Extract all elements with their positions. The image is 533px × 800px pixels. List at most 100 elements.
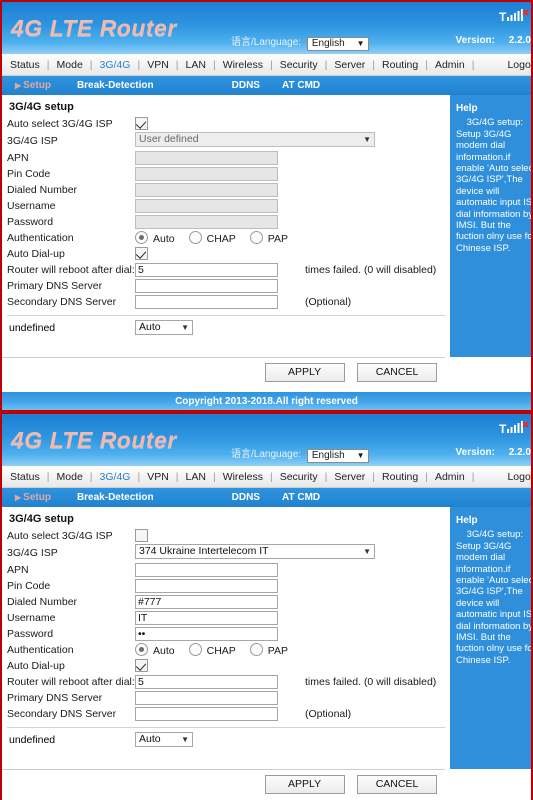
nav-item-3g4g[interactable]: 3G/4G (100, 471, 131, 483)
help-text: 3G/4G setup: Setup 3G/4G modem dial info… (456, 529, 533, 666)
secondary-dns-input[interactable] (135, 295, 278, 309)
label-apn: APN (7, 152, 29, 164)
subnav-item-break-detection[interactable]: Break-Detection (77, 492, 154, 503)
nav-item-mode[interactable]: Mode (57, 471, 83, 483)
undefined-select[interactable]: Auto ▼ (135, 732, 193, 747)
primary-dns-input[interactable] (135, 279, 278, 293)
auth-label-auto: Auto (153, 645, 175, 657)
help-panel: Help 3G/4G setup: Setup 3G/4G modem dial… (450, 95, 531, 357)
cancel-button[interactable]: CANCEL (357, 363, 437, 382)
chevron-down-icon: ▼ (356, 39, 365, 48)
auth-label-chap: CHAP (206, 645, 236, 657)
auth-radio-chap[interactable] (188, 643, 202, 656)
apply-button[interactable]: APPLY (264, 775, 345, 794)
signal-bars-icon: T (499, 421, 529, 436)
auth-radio-pap[interactable] (249, 231, 263, 244)
nav-item-admin[interactable]: Admin (435, 59, 465, 71)
username-input[interactable] (135, 611, 278, 625)
password-input[interactable] (135, 627, 278, 641)
reboot-count-input[interactable] (135, 675, 278, 689)
nav-separator: | (89, 58, 93, 71)
nav-item-vpn[interactable]: VPN (147, 471, 169, 483)
nav-item-lan[interactable]: LAN (186, 471, 206, 483)
isp-select-value: User defined (139, 133, 199, 145)
version-label: Version: (455, 35, 495, 46)
primary-dns-input[interactable] (135, 691, 278, 705)
secondary-dns-input[interactable] (135, 707, 278, 721)
nav-item-mode[interactable]: Mode (57, 59, 83, 71)
nav-item-admin[interactable]: Admin (435, 471, 465, 483)
subnav-item-break-detection[interactable]: Break-Detection (77, 80, 154, 91)
subnav-item-ddns[interactable]: DDNS (232, 80, 260, 91)
auth-radio-auto[interactable] (135, 231, 148, 244)
reboot-count-input[interactable] (135, 263, 278, 277)
apn-input[interactable] (135, 151, 278, 165)
subnav-item-setup-label: Setup (23, 80, 51, 91)
language-select[interactable]: English ▼ (306, 37, 369, 51)
username-input[interactable] (135, 199, 278, 213)
form-row-auto-select: Auto select 3G/4G ISP (7, 116, 442, 132)
nav-separator: | (46, 470, 50, 483)
nav-item-security[interactable]: Security (280, 471, 318, 483)
nav-item-status[interactable]: Status (10, 59, 40, 71)
nav-item-3g4g[interactable]: 3G/4G (100, 59, 131, 71)
label-undefined: undefined (9, 733, 56, 746)
apply-button[interactable]: APPLY (264, 363, 345, 382)
language-select[interactable]: English ▼ (306, 449, 369, 463)
auto-dialup-checkbox[interactable] (135, 247, 148, 260)
nav-item-logout[interactable]: Logout (507, 59, 531, 71)
nav-item-logout[interactable]: Logout (507, 471, 531, 483)
nav-separator: | (175, 58, 179, 71)
nav-item-lan[interactable]: LAN (186, 59, 206, 71)
nav-item-routing[interactable]: Routing (382, 59, 418, 71)
auto-select-isp-checkbox[interactable] (135, 117, 148, 130)
subnav-item-setup[interactable]: ▶ Setup (15, 80, 51, 91)
nav-separator: | (269, 470, 273, 483)
label-primary-dns: Primary DNS Server (7, 692, 103, 704)
form-button-bar: APPLY CANCEL (2, 769, 445, 799)
dialed-number-input[interactable] (135, 183, 278, 197)
form-content: 3G/4G setup Auto select 3G/4G ISP 3G/4G … (2, 95, 445, 357)
form-row-reboot: Router will reboot after dial: times fai… (7, 262, 442, 278)
auth-radio-chap[interactable] (188, 231, 202, 244)
apn-input[interactable] (135, 563, 278, 577)
nav-separator: | (269, 58, 273, 71)
nav-separator: | (372, 58, 376, 71)
nav-item-wireless[interactable]: Wireless (223, 59, 263, 71)
auto-select-isp-checkbox[interactable] (135, 529, 148, 542)
form-divider (7, 727, 445, 728)
label-apn: APN (7, 564, 29, 576)
password-input[interactable] (135, 215, 278, 229)
isp-select[interactable]: User defined ▼ (135, 132, 375, 147)
isp-select[interactable]: 374 Ukraine Intertelecom IT ▼ (135, 544, 375, 559)
subnav-item-at-cmd[interactable]: AT CMD (282, 492, 320, 503)
nav-item-server[interactable]: Server (334, 471, 365, 483)
pin-code-input[interactable] (135, 579, 278, 593)
auth-radio-auto[interactable] (135, 643, 148, 656)
nav-item-vpn[interactable]: VPN (147, 59, 169, 71)
subnav-item-setup-label: Setup (23, 492, 51, 503)
nav-item-wireless[interactable]: Wireless (223, 471, 263, 483)
svg-text:T: T (499, 422, 507, 436)
language-label: 语言/Language: (231, 37, 302, 48)
label-auto-select: Auto select 3G/4G ISP (7, 530, 113, 542)
nav-item-status[interactable]: Status (10, 471, 40, 483)
pin-code-input[interactable] (135, 167, 278, 181)
cancel-button[interactable]: CANCEL (357, 775, 437, 794)
form-row-apn: APN (7, 150, 442, 166)
form-row-dialed-number: Dialed Number (7, 182, 442, 198)
nav-item-security[interactable]: Security (280, 59, 318, 71)
nav-item-server[interactable]: Server (334, 59, 365, 71)
auth-label-pap: PAP (267, 233, 289, 245)
auth-label-auto: Auto (153, 233, 175, 245)
subnav-item-ddns[interactable]: DDNS (232, 492, 260, 503)
nav-item-routing[interactable]: Routing (382, 471, 418, 483)
auth-radio-pap[interactable] (249, 643, 263, 656)
undefined-select[interactable]: Auto ▼ (135, 320, 193, 335)
language-select-value: English (311, 450, 345, 461)
subnav-item-setup[interactable]: ▶ Setup (15, 492, 51, 503)
auto-dialup-checkbox[interactable] (135, 659, 148, 672)
dialed-number-input[interactable] (135, 595, 278, 609)
brand-title: 4G LTE Router (11, 15, 177, 41)
subnav-item-at-cmd[interactable]: AT CMD (282, 80, 320, 91)
